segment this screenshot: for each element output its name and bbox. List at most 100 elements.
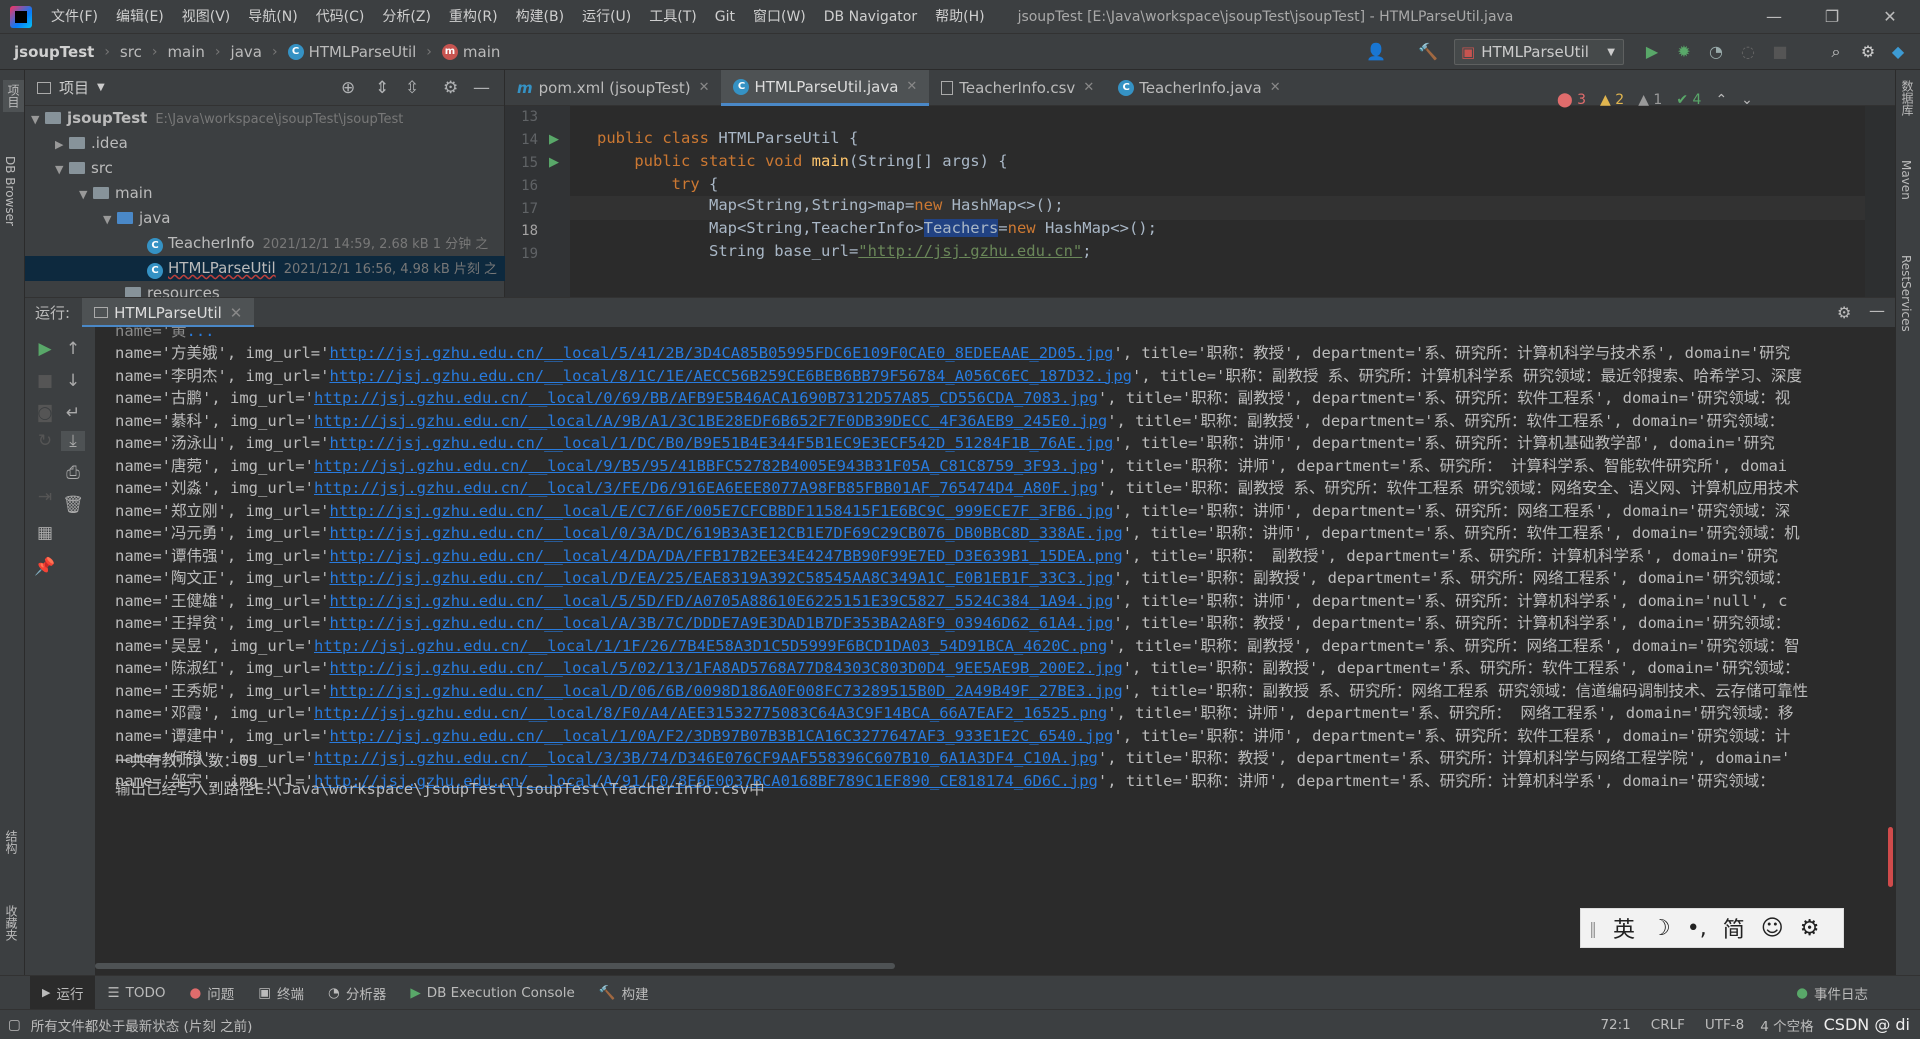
menu-window[interactable]: 窗口(W) [744,0,815,34]
ime-lang-toggle[interactable]: 英 [1613,912,1635,944]
collapse-all-icon[interactable]: ⇳ [405,78,419,98]
menu-code[interactable]: 代码(C) [307,0,374,34]
breadcrumb-java[interactable]: java [227,43,266,61]
tree-node-idea[interactable]: ▶ .idea [25,131,505,156]
debug-icon[interactable]: ✹ [1674,42,1694,62]
jetbrains-toolbox-icon[interactable]: ◆ [1888,42,1908,62]
close-icon[interactable]: ✕ [1861,0,1919,34]
tool-profiler[interactable]: ◔ 分析器 [316,983,398,1003]
project-tool-tab[interactable]: 项目 [3,80,24,112]
tree-node-htmlparseutil[interactable]: C HTMLParseUtil 2021/12/1 16:56, 4.98 kB 片… [25,256,505,281]
status-window-icon[interactable]: ▢ [8,1017,21,1033]
code-line-16[interactable]: try { [597,175,719,193]
console-url-link[interactable]: http://jsj.gzhu.edu.cn/__local/E/C7/6F/0… [329,502,1113,520]
hide-panel-icon[interactable]: — [1869,301,1885,320]
ime-moon-icon[interactable]: ☽ [1651,916,1671,941]
line-separator[interactable]: CRLF [1641,1017,1695,1033]
tool-terminal[interactable]: ▣ 终端 [246,983,316,1003]
tree-node-teacherinfo[interactable]: C TeacherInfo 2021/12/1 14:59, 2.68 kB 1 分… [25,231,505,256]
ime-emoji-icon[interactable]: ☺ [1761,916,1784,941]
scroll-to-end-icon[interactable]: ⤓ [61,431,85,451]
menu-file[interactable]: 文件(F) [42,0,107,34]
console-url-link[interactable]: http://jsj.gzhu.edu.cn/__local/A/3B/7C/D… [329,614,1113,632]
code-line-18[interactable]: Map<String,TeacherInfo>Teachers=new Hash… [597,219,1157,237]
run-gutter-icon[interactable]: ▶ [549,132,559,147]
database-tool-tab[interactable]: 数据库 [1899,80,1916,116]
trash-icon[interactable]: 🗑 [61,495,85,515]
code-line-17[interactable]: Map<String,String>map=new HashMap<>(); [597,196,1064,214]
stop-icon[interactable]: ■ [1770,42,1790,62]
chevron-up-icon[interactable]: ⌃ [1715,92,1727,108]
console-url-link[interactable]: http://jsj.gzhu.edu.cn/__local/3/3B/74/D… [314,749,1098,767]
console-url-link[interactable]: http://jsj.gzhu.edu.cn/__local/5/02/13/1… [329,659,1122,677]
user-icon[interactable]: 👤 [1366,42,1386,62]
menu-help[interactable]: 帮助(H) [926,0,993,34]
console-url-link[interactable]: http://jsj.gzhu.edu.cn/__local/1/0A/F2/3… [329,727,1113,745]
run-tab-htmlparseutil[interactable]: HTMLParseUtil ✕ [82,297,255,328]
exit-icon[interactable]: ⇥ [33,487,57,507]
close-tab-icon[interactable]: ✕ [1083,70,1094,106]
console-url-link[interactable]: http://jsj.gzhu.edu.cn/__local/5/5D/FD/A… [329,592,1113,610]
menu-edit[interactable]: 编辑(E) [107,0,173,34]
console-url-link[interactable]: http://jsj.gzhu.edu.cn/__local/D/EA/25/E… [329,569,1113,587]
tab-pom-xml[interactable]: m pom.xml (jsoupTest) ✕ [505,70,721,106]
vertical-scrollbar[interactable] [1888,827,1893,887]
tab-teacherinfo-java[interactable]: C TeacherInfo.java ✕ [1106,70,1292,106]
code-line-14[interactable]: public class HTMLParseUtil { [597,129,858,147]
ime-simplified-toggle[interactable]: 简 [1723,912,1745,944]
layout-icon[interactable]: ▦ [33,523,57,543]
breadcrumb-src[interactable]: src [116,43,146,61]
menu-git[interactable]: Git [706,0,744,34]
hide-panel-icon[interactable]: — [473,78,490,98]
console-url-link[interactable]: http://jsj.gzhu.edu.cn/__local/3/FE/D6/9… [314,479,1098,497]
tab-htmlparseutil[interactable]: C HTMLParseUtil.java ✕ [721,69,930,106]
console-url-link[interactable]: http://jsj.gzhu.edu.cn/__local/8/F0/A4/A… [314,704,1107,722]
menu-db-navigator[interactable]: DB Navigator [815,0,926,34]
tree-node-java[interactable]: ▼ java [25,206,505,231]
console-url-link[interactable]: http://jsj.gzhu.edu.cn/__local/1/DC/B0/B… [329,434,1113,452]
soft-wrap-icon[interactable]: ↵ [61,403,85,423]
code-line-19[interactable]: String base_url="http://jsj.gzhu.edu.cn"… [597,242,1092,260]
inspection-widget[interactable]: ⬤ 3 ▲ 2 ▲ 1 ✔ 4 ⌃ ⌄ [1557,92,1753,108]
locate-icon[interactable]: ⊕ [341,78,355,98]
tool-event-log[interactable]: ● 事件日志 [1784,983,1880,1003]
restore-icon[interactable]: ❐ [1803,0,1861,34]
breadcrumb-method[interactable]: m main [438,43,504,61]
gear-icon[interactable]: ⚙ [1837,303,1851,322]
console-output[interactable]: name='黄... name='方美娥', img_url='http://j… [95,327,1895,975]
editor-minimap[interactable] [1865,106,1895,297]
run-gutter-icon[interactable]: ▶ [549,155,559,170]
tab-teacherinfo-csv[interactable]: TeacherInfo.csv ✕ [929,70,1106,106]
tool-problems[interactable]: ● 问题 [177,983,246,1003]
tree-node-root[interactable]: ▼ jsoupTest E:\Java\workspace\jsoupTest\js… [25,106,505,131]
indent-setting[interactable]: 4 个空格 [1754,1015,1819,1035]
run-config-select[interactable]: ▣ HTMLParseUtil ▼ [1454,39,1624,65]
close-tab-icon[interactable]: ✕ [906,69,917,105]
ime-toolbar[interactable]: ‖ 英 ☽ •, 简 ☺ ⚙ [1580,908,1844,948]
db-browser-tool-tab[interactable]: DB Browser [3,156,17,226]
console-url-link[interactable]: http://jsj.gzhu.edu.cn/__local/0/3A/DC/6… [329,524,1122,542]
chevron-down-icon[interactable]: ▼ [97,82,105,93]
search-icon[interactable]: ⌕ [1826,42,1846,62]
tool-build[interactable]: 🔨 构建 [587,983,661,1003]
menu-run[interactable]: 运行(U) [573,0,640,34]
console-url-link[interactable]: http://jsj.gzhu.edu.cn/__local/D/06/6B/0… [329,682,1122,700]
print-icon[interactable]: ⎙ [61,463,85,483]
tree-node-main[interactable]: ▼ main [25,181,505,206]
menu-refactor[interactable]: 重构(R) [440,0,507,34]
maven-tool-tab[interactable]: Maven [1899,160,1913,200]
close-tab-icon[interactable]: ✕ [230,304,243,322]
structure-tool-tab[interactable]: 结构 [3,830,20,854]
run-icon[interactable]: ▶ [1642,42,1662,62]
tool-todo[interactable]: ☰ TODO [95,985,177,1001]
menu-analyze[interactable]: 分析(Z) [373,0,440,34]
rerun-icon[interactable]: ▶ [33,339,57,359]
reload-icon[interactable]: ↻ [33,431,57,451]
scroll-down-icon[interactable]: ↓ [61,371,85,391]
console-url-link[interactable]: http://jsj.gzhu.edu.cn/__local/5/41/2B/3… [329,344,1113,362]
project-panel-title[interactable]: 项目 [59,77,89,98]
chevron-down-icon[interactable]: ⌄ [1741,92,1753,108]
horizontal-scrollbar[interactable] [95,963,895,969]
tool-db-console[interactable]: ▶ DB Execution Console [398,985,586,1001]
stop-icon[interactable]: ■ [33,371,57,391]
